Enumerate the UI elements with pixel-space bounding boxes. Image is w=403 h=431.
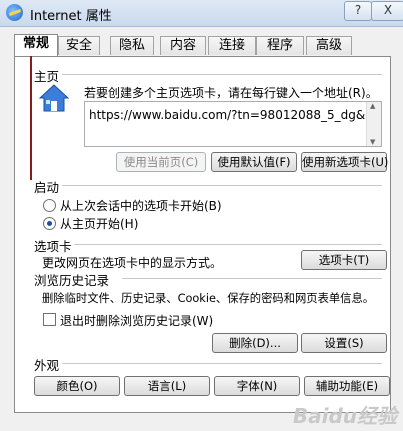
tab-content[interactable]: 内容 — [160, 36, 206, 55]
help-button[interactable]: ? — [344, 1, 372, 21]
fonts-button[interactable]: 字体(N) — [214, 376, 300, 396]
history-divider — [122, 278, 382, 279]
baidu-watermark: Baidu经验 — [292, 404, 397, 428]
home-url-field[interactable]: https://www.baidu.com/?tn=98012088_5_dg&… — [84, 101, 382, 147]
startup-last-session-label: 从上次会话中的选项卡开始(B) — [60, 199, 222, 213]
home-icon — [38, 84, 70, 112]
appearance-group-label: 外观 — [34, 358, 60, 373]
tabs-description: 更改网页在选项卡中的显示方式。 — [42, 256, 223, 270]
languages-button[interactable]: 语言(L) — [124, 376, 210, 396]
home-description: 若要创建多个主页选项卡，请在每行键入一个地址(R)。 — [84, 86, 378, 100]
tab-programs[interactable]: 程序 — [256, 36, 304, 55]
internet-explorer-icon — [6, 4, 23, 21]
startup-home-radio[interactable] — [43, 217, 56, 230]
startup-last-session-radio[interactable] — [43, 199, 56, 212]
tab-privacy[interactable]: 隐私 — [110, 36, 154, 55]
delete-on-exit-checkbox[interactable] — [43, 313, 56, 326]
startup-divider — [62, 185, 382, 186]
use-current-button[interactable]: 使用当前页(C) — [116, 152, 206, 172]
history-group-label: 浏览历史记录 — [34, 273, 110, 288]
history-description: 删除临时文件、历史记录、Cookie、保存的密码和网页表单信息。 — [42, 292, 375, 305]
window-title: Internet 属性 — [30, 9, 112, 24]
use-new-tab-button[interactable]: 使用新选项卡(U) — [301, 152, 388, 172]
colors-button[interactable]: 颜色(O) — [34, 376, 120, 396]
title-bar: Internet 属性 ? X — [0, 0, 403, 27]
close-button[interactable]: X — [371, 1, 403, 21]
url-scrollbar[interactable] — [366, 102, 381, 146]
tab-general[interactable]: 常规 — [14, 34, 58, 56]
home-url-value: https://www.baidu.com/?tn=98012088_5_dg&… — [89, 108, 376, 122]
startup-group-label: 启动 — [34, 180, 60, 195]
tabs-group-label: 选项卡 — [34, 239, 72, 254]
delete-history-button[interactable]: 删除(D)... — [212, 333, 298, 353]
tabs-settings-button[interactable]: 选项卡(T) — [301, 250, 387, 270]
accessibility-button[interactable]: 辅助功能(E) — [304, 376, 390, 396]
delete-on-exit-label: 退出时删除浏览历史记录(W) — [60, 314, 214, 328]
home-divider — [62, 74, 382, 75]
appearance-divider — [62, 363, 382, 364]
use-default-button[interactable]: 使用默认值(F) — [211, 152, 297, 172]
annotation-arrow-icon — [28, 40, 34, 180]
history-settings-button[interactable]: 设置(S) — [301, 333, 387, 353]
tab-advanced[interactable]: 高级 — [306, 36, 352, 55]
tabs-divider — [74, 244, 382, 245]
startup-home-label: 从主页开始(H) — [60, 217, 139, 231]
tab-security[interactable]: 安全 — [58, 36, 100, 55]
tab-connections[interactable]: 连接 — [208, 36, 256, 55]
